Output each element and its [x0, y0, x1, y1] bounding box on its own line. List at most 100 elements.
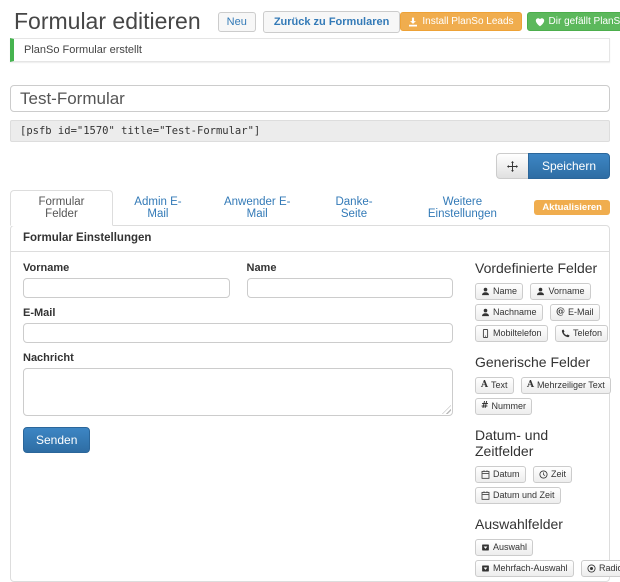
palette-button-label: Zeit: [550, 469, 566, 479]
select-icon: [481, 543, 490, 552]
palette-button-label: Nummer: [491, 401, 527, 411]
calendar-icon: [481, 490, 490, 500]
email-label: E-Mail: [23, 307, 56, 319]
download-icon: [408, 17, 418, 27]
palette-row: Name Vorname: [475, 283, 609, 304]
field-palette: Vordefinierte Felder Name Vorname Nachna…: [465, 252, 620, 581]
palette-row: A Text A Mehrzeiliger Text: [475, 377, 611, 398]
palette-button-label: Vorname: [548, 286, 585, 296]
form-preview: Vorname Name E-Mail Nachricht Senden: [11, 252, 465, 581]
success-notice: PlanSo Formular erstellt: [10, 38, 610, 62]
install-leads-label: Install PlanSo Leads: [422, 16, 514, 27]
palette-button-zeit[interactable]: Zeit: [532, 466, 572, 483]
panel-body: Vorname Name E-Mail Nachricht Senden Vor…: [11, 252, 620, 581]
calendar-icon: [481, 469, 490, 479]
palette-button-label: Telefon: [572, 328, 603, 338]
tab-anwender-email[interactable]: Anwender E-Mail: [203, 190, 312, 226]
review-label: Dir gefällt PlanSo Forms? Schreibe eine …: [548, 16, 620, 27]
palette-button-mobiltelefon[interactable]: Mobiltelefon: [475, 325, 548, 342]
user-icon: [536, 287, 545, 296]
message-textarea[interactable]: [23, 368, 453, 416]
email-input[interactable]: [23, 323, 453, 343]
earphone-icon: [561, 329, 570, 338]
palette-button-email[interactable]: @ E-Mail: [549, 304, 600, 321]
palette-button-label: E-Mail: [567, 307, 594, 317]
first-name-input[interactable]: [23, 278, 230, 298]
user-icon: [481, 308, 490, 317]
shortcode-display: [psfb id="1570" title="Test-Formular"]: [10, 120, 610, 142]
palette-button-label: Text: [490, 380, 508, 390]
palette-button-name[interactable]: Name: [475, 283, 524, 300]
success-notice-text: PlanSo Formular erstellt: [24, 44, 142, 56]
update-badge[interactable]: Aktualisieren: [534, 200, 610, 215]
palette-button-radio[interactable]: Radio: [580, 560, 620, 577]
palette-section-title-auswahl: Auswahlfelder: [475, 516, 563, 532]
palette-button-label: Mehrzeiliger Text: [536, 380, 605, 390]
palette-button-label: Auswahl: [493, 542, 528, 552]
palette-button-nummer[interactable]: # Nummer: [475, 398, 533, 415]
name-fields-row: Vorname Name: [23, 262, 453, 298]
font-icon: A: [526, 379, 534, 390]
email-field: E-Mail: [23, 307, 453, 343]
palette-button-label: Radio: [598, 563, 620, 573]
tab-admin-email[interactable]: Admin E-Mail: [113, 190, 203, 226]
palette-button-datum-und-zeit[interactable]: Datum und Zeit: [475, 487, 561, 504]
tab-weitere-einstellungen[interactable]: Weitere Einstellungen: [397, 190, 529, 226]
mobile-icon: [481, 328, 490, 338]
palette-row: Auswahl: [475, 539, 609, 560]
form-title-input[interactable]: [10, 85, 610, 112]
palette-button-label: Name: [493, 286, 518, 296]
palette-row: Datum und Zeit: [475, 487, 609, 508]
palette-button-vorname[interactable]: Vorname: [530, 283, 591, 300]
palette-section-title-datum-zeit: Datum- und Zeitfelder: [475, 427, 549, 459]
palette-section-title-vordefinierte: Vordefinierte Felder: [475, 260, 598, 276]
select-icon: [481, 564, 490, 573]
tab-danke-seite[interactable]: Danke-Seite: [311, 190, 396, 226]
palette-row: Mehrfach-Auswahl Radio: [475, 560, 620, 581]
move-icon: [506, 160, 518, 172]
palette-button-text[interactable]: A Text: [475, 377, 514, 394]
move-button[interactable]: [495, 153, 529, 179]
save-button[interactable]: Speichern: [527, 153, 610, 179]
page-header: Formular editieren Neu Zurück zu Formula…: [10, 8, 620, 35]
palette-row: Datum Zeit: [475, 466, 609, 487]
palette-button-mehrzeiliger-text[interactable]: A Mehrzeiliger Text: [520, 377, 611, 394]
tab-bar: Formular Felder Admin E-Mail Anwender E-…: [10, 190, 610, 226]
palette-row: Nachname @ E-Mail: [475, 304, 609, 325]
save-toolbar: Speichern: [10, 153, 610, 179]
palette-button-label: Nachname: [493, 307, 537, 317]
panel-heading: Formular Einstellungen: [11, 226, 609, 252]
review-button[interactable]: Dir gefällt PlanSo Forms? Schreibe eine …: [526, 12, 620, 31]
palette-button-label: Datum: [493, 469, 520, 479]
palette-row: Mobiltelefon Telefon: [475, 325, 609, 346]
last-name-field: Name: [246, 262, 453, 298]
message-field: Nachricht: [23, 352, 453, 416]
message-textarea-wrap: [23, 368, 453, 416]
install-leads-button[interactable]: Install PlanSo Leads: [400, 12, 522, 31]
tab-formular-felder[interactable]: Formular Felder: [10, 190, 113, 226]
user-icon: [481, 287, 490, 296]
clock-icon: [539, 469, 548, 479]
palette-button-telefon[interactable]: Telefon: [554, 325, 609, 342]
top-actions: Install PlanSo Leads Dir gefällt PlanSo …: [400, 12, 620, 31]
palette-button-nachname[interactable]: Nachname: [475, 304, 543, 321]
message-label: Nachricht: [23, 352, 74, 364]
last-name-input[interactable]: [246, 278, 453, 298]
back-to-forms-button[interactable]: Zurück zu Formularen: [262, 10, 401, 33]
first-name-field: Vorname: [23, 262, 230, 298]
palette-row: # Nummer: [475, 398, 609, 419]
settings-panel: Formular Einstellungen Vorname Name E-Ma…: [10, 225, 620, 582]
radio-icon: [587, 563, 596, 573]
at-icon: @: [555, 306, 565, 317]
font-icon: A: [481, 379, 488, 390]
palette-button-label: Mehrfach-Auswahl: [493, 563, 568, 573]
new-button[interactable]: Neu: [217, 11, 256, 32]
page-title: Formular editieren: [14, 8, 201, 34]
hash-icon: #: [481, 400, 489, 411]
send-button[interactable]: Senden: [23, 427, 91, 453]
heart-icon: [535, 17, 545, 27]
palette-button-auswahl[interactable]: Auswahl: [475, 539, 534, 556]
palette-button-mehrfach-auswahl[interactable]: Mehrfach-Auswahl: [475, 560, 574, 577]
palette-button-datum[interactable]: Datum: [475, 466, 526, 483]
palette-button-label: Datum und Zeit: [493, 490, 555, 500]
